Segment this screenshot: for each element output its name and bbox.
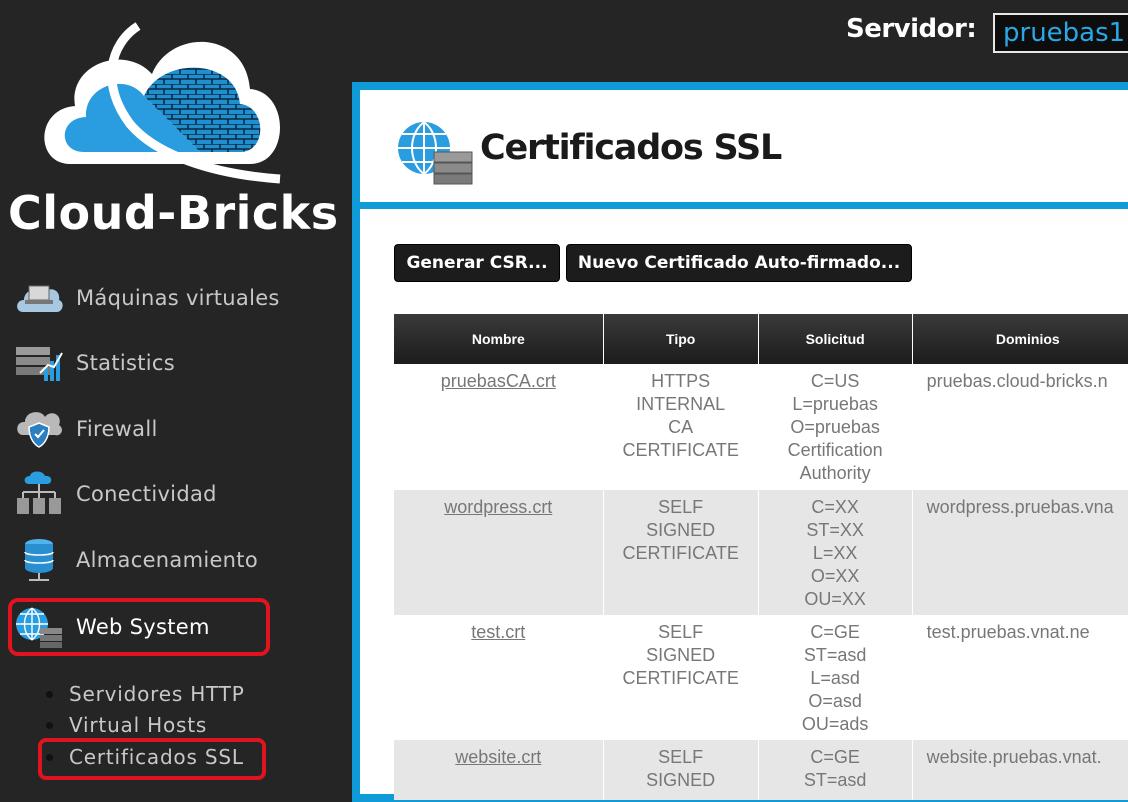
tipo-line: SIGNED: [646, 645, 716, 665]
globe-server-icon: [398, 121, 473, 185]
solicitud-line: ST=XX: [806, 520, 864, 540]
subnav-label: Servidores HTTP: [69, 682, 245, 706]
active-nav-highlight: [8, 598, 270, 656]
cloud-bricks-logo: [44, 22, 281, 184]
certificate-name-link[interactable]: website.crt: [455, 747, 541, 767]
solicitud-line: ST=asd: [803, 770, 867, 790]
certificate-name-link[interactable]: pruebasCA.crt: [441, 371, 556, 391]
bullet: [46, 721, 53, 729]
subnav-item-servidores-http[interactable]: Servidores HTTP: [46, 682, 245, 706]
table-row[interactable]: wordpress.crt SELF SIGNED CERTIFICATE C=XX ST…: [394, 490, 1128, 615]
solicitud-line: Certification: [787, 440, 883, 460]
cell-solicitud: C=GE ST=asd: [758, 740, 913, 800]
cell-solicitud: C=GE ST=asd L=asd O=asd OU=ads: [758, 615, 913, 740]
tipo-line: SIGNED: [646, 770, 716, 790]
column-header-tipo[interactable]: Tipo: [603, 314, 759, 364]
nav-item-firewall[interactable]: Firewall: [14, 405, 158, 453]
solicitud-line: OU=ads: [801, 714, 869, 734]
solicitud-line: O=asd: [808, 691, 862, 711]
tipo-line: CA: [668, 417, 694, 437]
table-header-row: Nombre Tipo Solicitud Dominios: [394, 314, 1128, 364]
cell-solicitud: C=US L=pruebas O=pruebas Certification Autho…: [758, 364, 913, 490]
new-self-signed-certificate-button[interactable]: Nuevo Certificado Auto-firmado...: [566, 244, 912, 282]
tipo-line: HTTPS: [651, 371, 711, 391]
cell-tipo: SELF SIGNED CERTIFICATE: [603, 490, 759, 615]
cell-nombre: test.crt: [394, 615, 604, 740]
cell-tipo: HTTPS INTERNAL CA CERTIFICATE: [603, 364, 759, 490]
nav-item-statistics[interactable]: Statistics: [14, 339, 175, 387]
cell-nombre: pruebasCA.crt: [394, 364, 604, 490]
solicitud-line: C=GE: [810, 622, 860, 642]
nav-label: Máquinas virtuales: [76, 286, 280, 310]
main-panel: Certificados SSL Generar CSR... Nuevo Ce…: [352, 82, 1128, 802]
subnav-label: Virtual Hosts: [69, 713, 208, 737]
tipo-line: INTERNAL: [636, 394, 726, 414]
nav-item-conectividad[interactable]: Conectividad: [14, 470, 217, 518]
nav-item-maquinas-virtuales[interactable]: Máquinas virtuales: [14, 274, 280, 322]
column-header-dominios[interactable]: Dominios: [912, 314, 1128, 364]
generate-csr-button[interactable]: Generar CSR...: [394, 244, 560, 282]
server-select[interactable]: pruebas1: [993, 13, 1128, 53]
network-icon: [14, 471, 64, 516]
cell-tipo: SELF SIGNED CERTIFICATE: [603, 615, 759, 740]
solicitud-line: O=pruebas: [790, 417, 880, 437]
sidebar: Cloud-Bricks Máquinas virtuales Statisti…: [0, 0, 352, 780]
certificate-name-link[interactable]: test.crt: [471, 622, 525, 642]
nav-item-almacenamiento[interactable]: Almacenamiento: [14, 536, 258, 584]
table-row[interactable]: website.crt SELF SIGNED C=GE ST=asd website.p…: [394, 740, 1128, 800]
solicitud-line: C=XX: [811, 497, 859, 517]
tipo-line: SELF: [658, 747, 704, 767]
cell-dominios: test.pruebas.vnat.ne: [912, 615, 1128, 740]
cloud-computer-icon: [14, 276, 64, 320]
brand-name: Cloud-Bricks: [8, 186, 339, 240]
tipo-line: CERTIFICATE: [622, 440, 739, 460]
solicitud-line: C=US: [810, 371, 860, 391]
tipo-line: SIGNED: [646, 520, 716, 540]
solicitud-line: C=GE: [810, 747, 860, 767]
solicitud-line: Authority: [799, 463, 871, 483]
column-header-nombre[interactable]: Nombre: [394, 314, 604, 364]
tipo-line: SELF: [658, 622, 704, 642]
page-header: Certificados SSL: [360, 90, 1128, 209]
shield-cloud-icon: [14, 407, 64, 451]
cell-nombre: wordpress.crt: [394, 490, 604, 615]
server-chart-icon: [14, 341, 64, 385]
page-title: Certificados SSL: [480, 128, 782, 168]
cell-nombre: website.crt: [394, 740, 604, 800]
solicitud-line: L=pruebas: [792, 394, 878, 414]
cell-dominios: wordpress.pruebas.vna: [912, 490, 1128, 615]
solicitud-line: L=XX: [812, 543, 858, 563]
cell-tipo: SELF SIGNED: [603, 740, 759, 800]
solicitud-line: ST=asd: [803, 645, 867, 665]
nav-label: Almacenamiento: [76, 548, 258, 572]
subnav-item-virtual-hosts[interactable]: Virtual Hosts: [46, 713, 207, 737]
cell-solicitud: C=XX ST=XX L=XX O=XX OU=XX: [758, 490, 913, 615]
table-row[interactable]: pruebasCA.crt HTTPS INTERNAL CA CERTIFICATE C…: [394, 364, 1128, 490]
tipo-line: CERTIFICATE: [622, 668, 739, 688]
cell-dominios: pruebas.cloud-bricks.n: [912, 364, 1128, 490]
cell-dominios: website.pruebas.vnat.: [912, 740, 1128, 800]
active-subnav-highlight: [38, 738, 266, 780]
bullet: [46, 690, 53, 698]
solicitud-line: L=asd: [810, 668, 860, 688]
nav-label: Firewall: [76, 417, 158, 441]
server-label: Servidor:: [846, 14, 977, 44]
nav-label: Conectividad: [76, 482, 217, 506]
table-row[interactable]: test.crt SELF SIGNED CERTIFICATE C=GE ST=asd L…: [394, 615, 1128, 740]
nav-label: Statistics: [76, 351, 175, 375]
certificates-table: Nombre Tipo Solicitud Dominios pruebasCA…: [394, 314, 1128, 800]
tipo-line: SELF: [658, 497, 704, 517]
column-header-solicitud[interactable]: Solicitud: [758, 314, 913, 364]
tipo-line: CERTIFICATE: [622, 543, 739, 563]
solicitud-line: O=XX: [810, 566, 860, 586]
solicitud-line: OU=XX: [804, 589, 866, 609]
database-icon: [14, 538, 64, 582]
certificate-name-link[interactable]: wordpress.crt: [444, 497, 552, 517]
